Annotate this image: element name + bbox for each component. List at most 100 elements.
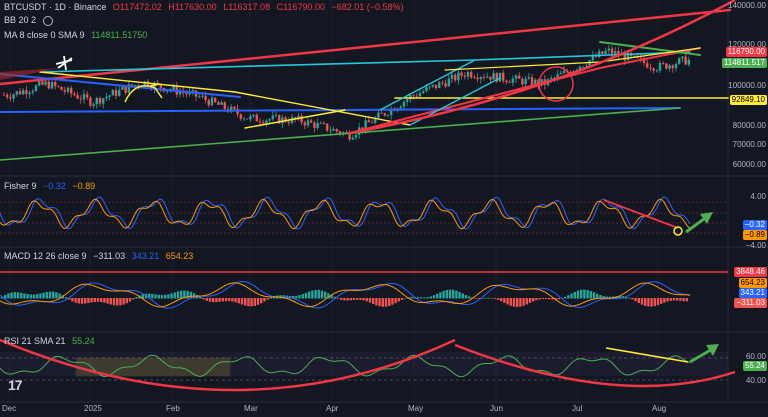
macd-histogram-bar [528,298,532,303]
macd-histogram-bar [324,291,327,299]
candle-body [418,93,422,97]
candle-body [98,97,102,104]
macd-value-2: 343.21 [131,251,160,261]
macd-histogram-bar [394,298,397,304]
macd-histogram-bar [484,297,487,299]
macd-histogram-bar [39,293,42,299]
candle-body [649,67,652,69]
candle-body [662,63,665,64]
macd-histogram-bar [311,290,314,299]
macd-histogram-bar [304,292,308,299]
candle-body [239,114,242,119]
macd-histogram-bar [372,298,375,304]
macd-histogram-bar [128,298,132,302]
hammer-annotation [55,55,73,71]
candle-body [63,90,66,92]
macd-histogram-bar [157,294,160,299]
fisher-trendline [603,199,679,229]
candle-body [502,72,505,81]
macd-histogram-bar [301,294,304,299]
ma-label: MA 8 close 0 SMA 9 [4,30,85,40]
macd-histogram-bar [365,298,368,302]
macd-histogram-bar [74,298,77,303]
macd-histogram-bar [429,296,432,299]
candle-body [492,73,495,80]
macd-histogram-bar [586,290,589,299]
macd-histogram-bar [215,298,218,303]
candle-body [22,90,25,95]
macd-histogram-bar [464,295,468,299]
macd-hist-tag: −311.03 [734,298,767,308]
macd-histogram-bar [135,297,138,299]
fisher-tag-a: −0.32 [742,220,767,230]
candle-body [300,115,303,123]
symbol-name[interactable]: BTCUSDT · 1D · Binance [4,2,106,12]
candle-body [655,70,658,72]
macd-histogram-bar [228,298,231,302]
macd-histogram-bar [359,298,362,300]
candle-body [233,106,236,109]
candle-body [92,104,95,106]
macd-histogram-bar [298,295,301,299]
macd-histogram-bar [532,298,535,302]
candle-body [191,90,194,92]
fisher-tag-b: −0.89 [742,230,767,240]
candle-body [44,81,47,85]
macd-histogram-bar [208,298,212,302]
macd-histogram-bar [7,293,10,299]
candle-body [102,98,105,104]
candle-body [479,77,482,80]
candle-body [402,101,406,107]
x-axis-label: Jun [490,404,503,413]
ma-indicator-label[interactable]: MA 8 close 0 SMA 9 114811.51750 [4,30,151,41]
macd-histogram-bar [541,298,544,300]
macd-histogram-bar [260,298,263,304]
macd-histogram-bar [640,298,644,305]
candle-body [66,87,70,92]
macd-histogram-bar [180,290,183,299]
macd-histogram-bar [426,297,429,299]
tradingview-logo[interactable]: 17 [8,377,23,393]
chart-canvas[interactable] [0,0,768,417]
macd-histogram-bar [314,289,317,299]
macd-histogram-bar [320,290,324,299]
macd-value-1: −311.03 [93,251,126,261]
macd-line-tag: 343.21 [738,288,767,298]
macd-histogram-bar [32,294,36,299]
rsi-indicator-label[interactable]: RSI 21 SMA 21 55.24 [4,336,99,347]
candle-body [73,93,76,96]
macd-histogram-bar [29,294,32,299]
candle-body [367,120,370,123]
macd-histogram-bar [634,298,637,302]
candle-body [210,97,214,106]
eye-off-icon[interactable] [43,15,54,26]
macd-histogram-bar [231,298,234,302]
close-value: C116790.00 [276,2,325,12]
candle-body [470,72,473,78]
macd-histogram-bar [522,298,525,306]
trendline-cyan-upper [39,59,476,73]
macd-histogram-bar [461,293,464,299]
candle-body [54,82,57,87]
candle-body [262,122,265,124]
macd-histogram-bar [100,298,103,303]
macd-histogram-bar [570,293,573,299]
candle-body [684,56,687,65]
macd-histogram-bar [445,289,448,299]
bb-indicator-label[interactable]: BB 20 2 [4,15,57,26]
macd-histogram-bar [109,298,112,305]
macd-histogram-bar [160,294,164,299]
candle-body [422,91,425,94]
candle-body [444,83,447,87]
macd-histogram-bar [653,298,656,307]
x-axis-label: Jul [572,404,583,413]
candle-body [658,63,662,71]
macd-histogram-bar [176,291,180,299]
macd-histogram-bar [151,293,154,299]
fisher-indicator-label[interactable]: Fisher 9 −0.32 −0.89 [4,181,99,192]
macd-histogram-bar [557,298,560,300]
macd-histogram-bar [631,298,634,300]
macd-histogram-bar [644,298,647,306]
macd-indicator-label[interactable]: MACD 12 26 close 9 −311.03 343.21 654.23 [4,251,197,262]
macd-histogram-bar [589,291,592,299]
